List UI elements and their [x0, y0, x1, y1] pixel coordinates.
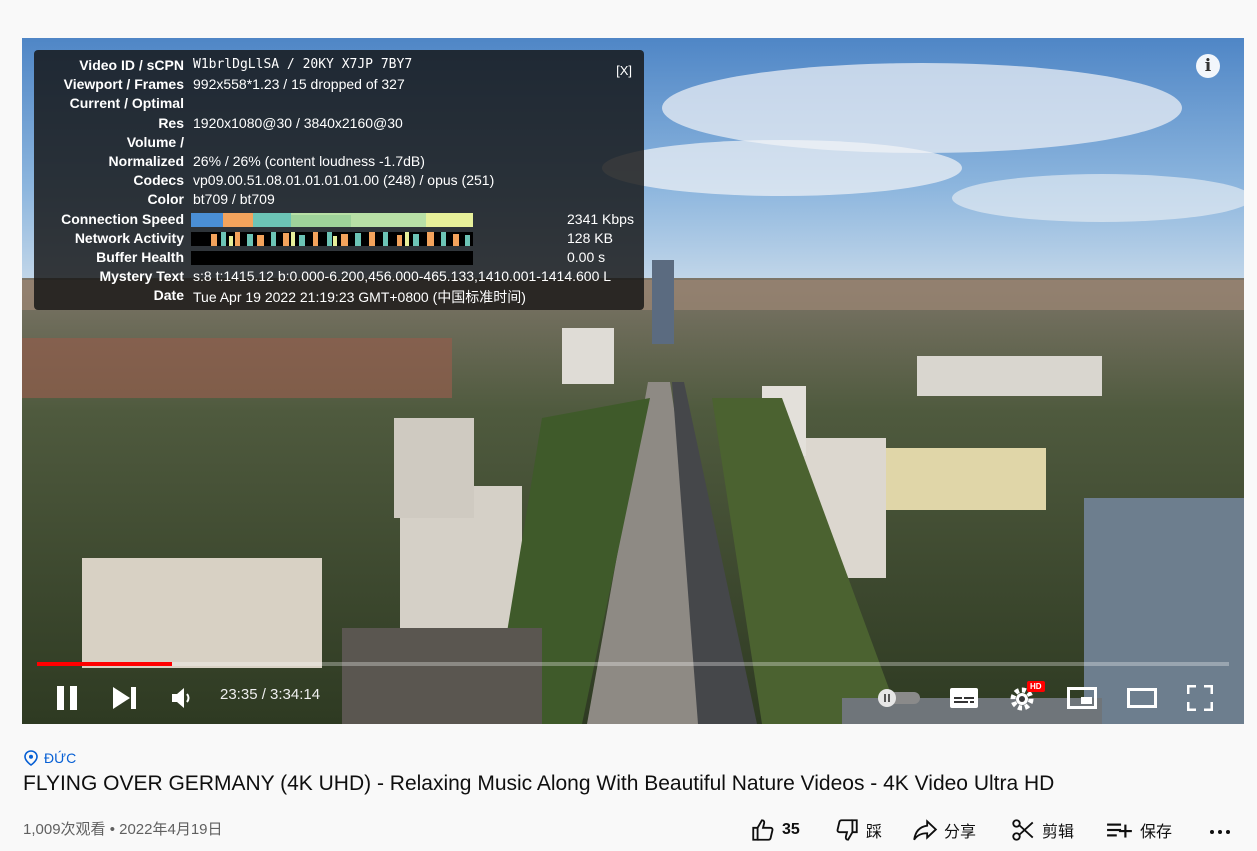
like-button[interactable]: 35 [750, 815, 800, 845]
stats-value: 1920x1080@30 / 3840x2160@30 [193, 115, 403, 131]
video-title: FLYING OVER GERMANY (4K UHD) - Relaxing … [23, 772, 1055, 795]
stats-value: Tue Apr 19 2022 21:19:23 GMT+0800 (中国标准时… [193, 289, 526, 305]
stats-label: Mystery Text [99, 268, 184, 284]
stats-label: Connection Speed [61, 211, 184, 227]
clip-label: 剪辑 [1042, 824, 1075, 841]
more-icon [1210, 830, 1230, 834]
stats-value: 0.00 s [567, 249, 606, 265]
thumbs-up-icon [752, 819, 774, 841]
volume-icon [172, 688, 190, 708]
like-count: 35 [782, 821, 800, 838]
clip-button[interactable]: 剪辑 [1010, 815, 1074, 845]
stats-row-date: Date Tue Apr 19 2022 21:19:23 GMT+0800 (… [34, 287, 644, 306]
thumbs-down-icon [836, 819, 858, 841]
stats-value: 26% / 26% (content loudness -1.7dB) [193, 153, 425, 169]
location-label: ĐỨC [44, 750, 77, 766]
stats-value: 992x558*1.23 / 15 dropped of 327 [193, 76, 405, 92]
dislike-label: 踩 [866, 824, 883, 841]
stats-row-viewport: Viewport / Frames 992x558*1.23 / 15 drop… [34, 76, 644, 95]
stats-row-codecs: Codecs vp09.00.51.08.01.01.01.01.00 (248… [34, 172, 644, 191]
stats-row-connection-speed: Connection Speed 2341 Kbps [34, 211, 644, 230]
buffer-health-graph [191, 251, 473, 265]
playlist-add-icon [1107, 823, 1132, 838]
stats-row-mystery-text: Mystery Text s:8 t:1415.12 b:0.000-6.200… [34, 268, 644, 287]
progress-bar-fill [37, 662, 172, 666]
video-meta: 1,009次观看 • 2022年4月19日 [23, 821, 223, 838]
video-location[interactable]: ĐỨC [24, 750, 76, 766]
pause-button[interactable] [52, 674, 82, 722]
autoplay-toggle-icon [878, 689, 920, 707]
stats-label: Volume / [126, 134, 184, 150]
stats-label: Date [153, 287, 184, 303]
fullscreen-icon [1187, 685, 1213, 711]
dislike-button[interactable]: 踩 [834, 815, 882, 845]
stats-row-normalized: Normalized 26% / 26% (content loudness -… [34, 153, 644, 172]
stats-label: Current / Optimal [69, 95, 184, 111]
location-pin-icon [24, 750, 38, 766]
progress-bar[interactable] [37, 662, 1229, 666]
scissors-icon [1012, 819, 1034, 841]
save-label: 保存 [1140, 824, 1173, 841]
stats-row-current-optimal: Current / Optimal [34, 95, 644, 114]
stats-label: Res [158, 115, 184, 131]
stats-value: vp09.00.51.08.01.01.01.01.00 (248) / opu… [193, 172, 495, 188]
captions-button[interactable] [946, 674, 982, 722]
info-icon[interactable]: i [1196, 54, 1220, 78]
stats-value: 128 KB [567, 230, 613, 246]
theater-mode-button[interactable] [1124, 674, 1160, 722]
autoplay-toggle[interactable] [875, 674, 923, 722]
miniplayer-icon [1067, 687, 1097, 709]
stats-label: Buffer Health [96, 249, 184, 265]
stats-value: 2341 Kbps [567, 211, 634, 227]
more-actions-button[interactable] [1208, 815, 1232, 845]
save-button[interactable]: 保存 [1106, 815, 1172, 845]
hd-badge: HD [1027, 681, 1045, 692]
next-button[interactable] [110, 674, 140, 722]
player-controls: 23:35 / 3:34:14 HD [22, 674, 1244, 722]
stats-label: Network Activity [74, 230, 184, 246]
share-button[interactable]: 分享 [912, 815, 976, 845]
pause-icon [57, 686, 77, 710]
fullscreen-button[interactable] [1182, 674, 1218, 722]
next-icon [113, 687, 136, 709]
stats-row-buffer-health: Buffer Health 0.00 s [34, 249, 644, 268]
stats-row-res: Res 1920x1080@30 / 3840x2160@30 [34, 115, 644, 134]
stats-label: Normalized [108, 153, 184, 169]
stats-label: Viewport / Frames [63, 76, 184, 92]
stats-value: s:8 t:1415.12 b:0.000-6.200,456.000-465.… [193, 268, 612, 284]
settings-button[interactable]: HD [1004, 674, 1045, 722]
stats-value: W1brlDgLlSA / 20KY X7JP 7BY7 [193, 57, 413, 72]
stats-for-nerds-panel: [X] Video ID / sCPN W1brlDgLlSA / 20KY X… [34, 50, 644, 310]
stats-label: Codecs [133, 172, 184, 188]
video-player[interactable]: [X] Video ID / sCPN W1brlDgLlSA / 20KY X… [22, 38, 1244, 724]
stats-row-video-id: Video ID / sCPN W1brlDgLlSA / 20KY X7JP … [34, 57, 644, 76]
captions-icon [950, 688, 978, 708]
share-label: 分享 [944, 824, 977, 841]
stats-row-network-activity: Network Activity 128 KB [34, 230, 644, 249]
connection-speed-graph [191, 213, 473, 227]
stats-row-color: Color bt709 / bt709 [34, 191, 644, 210]
theater-icon [1127, 688, 1157, 708]
stats-row-volume: Volume / [34, 134, 644, 153]
volume-button[interactable] [168, 674, 198, 722]
stats-label: Color [147, 191, 184, 207]
share-icon [913, 819, 938, 841]
stats-value: bt709 / bt709 [193, 191, 275, 207]
stats-label: Video ID / sCPN [79, 57, 184, 73]
miniplayer-button[interactable] [1064, 674, 1100, 722]
time-display: 23:35 / 3:34:14 [220, 686, 321, 703]
network-activity-graph [191, 232, 473, 246]
